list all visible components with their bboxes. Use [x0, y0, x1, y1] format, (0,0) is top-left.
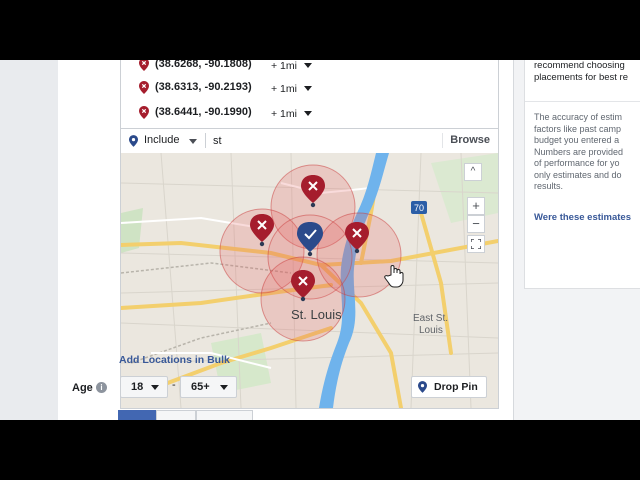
age-min-value: 18: [131, 381, 144, 393]
chevron-down-icon[interactable]: [304, 86, 312, 91]
chevron-down-icon[interactable]: [304, 111, 312, 116]
age-range-dash: -: [172, 379, 176, 391]
gender-option[interactable]: [196, 410, 253, 420]
location-row[interactable]: (38.6268, -90.1808) + 1mi: [121, 60, 498, 75]
location-row[interactable]: (38.6313, -90.2193) + 1mi: [121, 78, 498, 98]
accuracy-line: The accuracy of estim: [534, 112, 623, 122]
area-label: Louis: [419, 325, 443, 336]
chevron-down-icon: [151, 385, 159, 390]
radius-value: + 1mi: [271, 83, 297, 95]
zoom-in-button[interactable]: +: [467, 197, 485, 215]
estimates-feedback-link[interactable]: Were these estimates: [534, 212, 631, 223]
location-search-bar: Include Browse: [120, 128, 499, 154]
divider: [205, 133, 206, 148]
location-pin-icon: [418, 381, 427, 393]
accuracy-text: The accuracy of estim factors like past …: [534, 112, 640, 193]
chevron-down-icon[interactable]: [304, 63, 312, 68]
location-coordinates: (38.6313, -90.2193): [155, 81, 252, 93]
radius-value: + 1mi: [271, 108, 297, 120]
radius-value: + 1mi: [271, 60, 297, 72]
info-icon[interactable]: i: [96, 382, 107, 393]
recommendation-line: placements for best re: [534, 72, 628, 83]
browse-button[interactable]: Browse: [450, 134, 490, 146]
location-pin-icon: [129, 135, 138, 147]
include-dropdown-label[interactable]: Include: [144, 134, 179, 146]
accuracy-line: Numbers are provided: [534, 146, 624, 157]
age-max-select[interactable]: 65+: [180, 376, 237, 398]
chevron-down-icon[interactable]: [189, 139, 197, 144]
accuracy-line: budget you entered a: [534, 135, 620, 145]
gender-option[interactable]: [156, 410, 196, 420]
accuracy-line: factors like past camp: [534, 123, 622, 134]
city-label: St. Louis: [291, 307, 342, 322]
excluded-pin-icon: [139, 81, 149, 94]
screen: recommend choosing placements for best r…: [0, 60, 640, 420]
add-locations-bulk-link[interactable]: Add Locations in Bulk: [119, 354, 230, 366]
estimate-card: recommend choosing placements for best r…: [524, 60, 640, 289]
recommendation-text: recommend choosing placements for best r…: [534, 60, 640, 84]
map-canvas: 70: [121, 153, 498, 408]
gender-option-selected[interactable]: [118, 410, 156, 420]
age-max-value: 65+: [191, 381, 210, 393]
highway-shield: 70: [414, 203, 424, 213]
divider: [442, 133, 443, 148]
location-map[interactable]: 70 St. Louis East St. Louis ^ + − Drop P…: [120, 153, 499, 409]
collapse-map-button[interactable]: ^: [464, 163, 482, 181]
location-row[interactable]: (38.6441, -90.1990) + 1mi: [121, 103, 498, 123]
age-label: Age: [72, 382, 93, 394]
fullscreen-icon: [470, 238, 482, 250]
drop-pin-label: Drop Pin: [434, 381, 478, 393]
recommendation-line: recommend choosing: [534, 60, 625, 71]
age-min-select[interactable]: 18: [120, 376, 168, 398]
location-list: (38.6268, -90.1808) + 1mi (38.6313, -90.…: [120, 60, 499, 128]
accuracy-line: results.: [534, 181, 564, 191]
excluded-pin-icon: [139, 60, 149, 71]
gender-toggle-row: [118, 410, 253, 420]
divider: [525, 101, 640, 102]
location-coordinates: (38.6268, -90.1808): [155, 60, 252, 70]
location-coordinates: (38.6441, -90.1990): [155, 106, 252, 118]
accuracy-line: only estimates and do: [534, 169, 622, 180]
location-search-input[interactable]: [213, 133, 443, 148]
chevron-down-icon: [220, 385, 228, 390]
accuracy-line: of performance for yo: [534, 158, 620, 168]
area-label: East St.: [413, 313, 449, 324]
fullscreen-button[interactable]: [467, 235, 485, 253]
excluded-pin-icon: [139, 106, 149, 119]
drop-pin-button[interactable]: Drop Pin: [411, 376, 487, 398]
zoom-out-button[interactable]: −: [467, 215, 485, 233]
